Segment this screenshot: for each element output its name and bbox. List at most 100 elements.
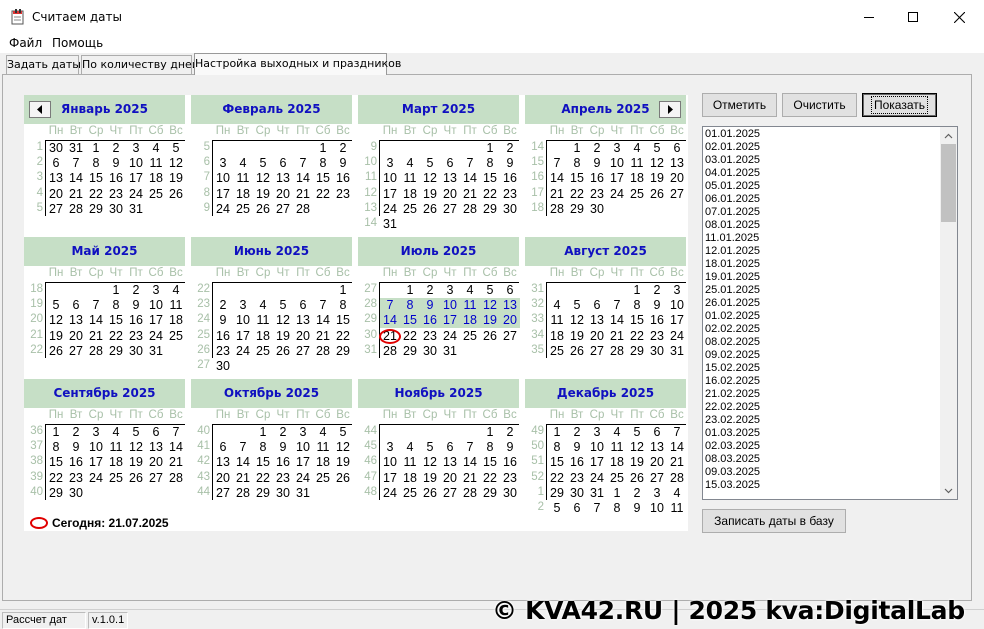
calendar-day[interactable]: 20: [273, 187, 293, 202]
calendar-day[interactable]: 25: [607, 471, 627, 486]
list-item[interactable]: 04.01.2025: [705, 167, 941, 180]
calendar-day[interactable]: 25: [400, 202, 420, 217]
calendar-day[interactable]: 6: [213, 440, 233, 455]
month-calendar[interactable]: Август 2025 Пн Вт Ср Чт Пт Сб Вс 31 32 33 34 35 1 2 3 4 5…: [525, 237, 686, 373]
calendar-day[interactable]: 9: [567, 440, 587, 455]
calendar-day[interactable]: 13: [293, 313, 313, 328]
calendar-day[interactable]: 14: [166, 440, 186, 455]
calendar-day[interactable]: 12: [126, 440, 146, 455]
list-item[interactable]: 23.02.2025: [705, 414, 941, 427]
calendar-day[interactable]: 29: [567, 202, 587, 217]
calendar-day[interactable]: 8: [333, 298, 353, 313]
calendar-day[interactable]: 16: [106, 171, 126, 186]
list-item[interactable]: 19.01.2025: [705, 271, 941, 284]
calendar-day[interactable]: 5: [333, 425, 353, 440]
calendar-day[interactable]: 23: [420, 329, 440, 344]
calendar-day[interactable]: 18: [607, 455, 627, 470]
calendar-day[interactable]: 31: [440, 344, 460, 359]
calendar-day[interactable]: 22: [333, 329, 353, 344]
calendar-day[interactable]: 7: [547, 156, 567, 171]
calendar-day[interactable]: 2: [420, 283, 440, 298]
calendar-day[interactable]: 7: [166, 425, 186, 440]
list-item[interactable]: 03.01.2025: [705, 154, 941, 167]
calendar-day[interactable]: 22: [86, 187, 106, 202]
calendar-day[interactable]: 15: [86, 171, 106, 186]
calendar-day[interactable]: 9: [213, 313, 233, 328]
calendar-day[interactable]: 5: [480, 283, 500, 298]
calendar-day[interactable]: 18: [166, 313, 186, 328]
calendar-day[interactable]: 11: [607, 440, 627, 455]
calendar-day[interactable]: 28: [66, 202, 86, 217]
calendar-day[interactable]: 12: [333, 440, 353, 455]
show-button[interactable]: Показать: [862, 93, 937, 117]
calendar-day[interactable]: 8: [480, 440, 500, 455]
calendar-day[interactable]: 27: [500, 329, 520, 344]
month-calendar[interactable]: Февраль 2025 Пн Вт Ср Чт Пт Сб Вс 5 6 7 8 9 1 2 3 4 5 6 7 8 9…: [191, 95, 352, 231]
calendar-day[interactable]: 1: [253, 425, 273, 440]
list-item[interactable]: 11.01.2025: [705, 232, 941, 245]
calendar-day[interactable]: 8: [106, 298, 126, 313]
calendar-day[interactable]: 30: [273, 486, 293, 501]
tab-set-dates[interactable]: Задать даты: [6, 55, 81, 75]
calendar-day[interactable]: 13: [647, 440, 667, 455]
menu-help[interactable]: Помощь: [52, 36, 103, 50]
calendar-day[interactable]: 16: [126, 313, 146, 328]
calendar-day[interactable]: 15: [313, 171, 333, 186]
calendar-day[interactable]: 18: [547, 329, 567, 344]
calendar-day[interactable]: 18: [627, 171, 647, 186]
calendar-day[interactable]: 22: [627, 329, 647, 344]
calendar-day[interactable]: 7: [313, 298, 333, 313]
calendar-day[interactable]: 1: [547, 425, 567, 440]
calendar-day[interactable]: 24: [86, 471, 106, 486]
calendar-day[interactable]: 17: [86, 455, 106, 470]
calendar-day[interactable]: 22: [313, 187, 333, 202]
calendar-day[interactable]: 19: [126, 455, 146, 470]
calendar-day[interactable]: 6: [500, 283, 520, 298]
calendar-day[interactable]: 28: [547, 202, 567, 217]
calendar-day[interactable]: 4: [313, 425, 333, 440]
calendar-day[interactable]: 9: [106, 156, 126, 171]
calendar-day[interactable]: 19: [420, 471, 440, 486]
calendar-day[interactable]: 28: [460, 486, 480, 501]
calendar-day[interactable]: 7: [607, 298, 627, 313]
calendar-day[interactable]: 10: [293, 440, 313, 455]
calendar-day[interactable]: 17: [146, 313, 166, 328]
calendar-day[interactable]: 29: [627, 344, 647, 359]
calendar-day[interactable]: 11: [400, 171, 420, 186]
calendar-day[interactable]: 21: [460, 187, 480, 202]
calendar-day[interactable]: 30: [46, 141, 66, 156]
calendar-day[interactable]: 11: [166, 298, 186, 313]
calendar-day[interactable]: 19: [253, 187, 273, 202]
clear-button[interactable]: Очистить: [782, 93, 857, 117]
calendar-day[interactable]: 14: [667, 440, 687, 455]
calendar-day[interactable]: 15: [106, 313, 126, 328]
calendar-day[interactable]: 5: [253, 156, 273, 171]
calendar-day[interactable]: 11: [460, 298, 480, 314]
list-scrollbar[interactable]: [940, 127, 957, 499]
calendar-day[interactable]: 27: [587, 344, 607, 359]
calendar-day[interactable]: 1: [86, 141, 106, 156]
calendar-day[interactable]: 17: [380, 471, 400, 486]
calendar-day[interactable]: 27: [647, 471, 667, 486]
calendar-day[interactable]: 16: [567, 455, 587, 470]
calendar-day[interactable]: 2: [66, 425, 86, 440]
calendar-day[interactable]: 19: [166, 171, 186, 186]
calendar-day[interactable]: 24: [126, 187, 146, 202]
calendar-day[interactable]: 9: [647, 298, 667, 313]
calendar-day[interactable]: 17: [587, 455, 607, 470]
calendar-day[interactable]: 4: [146, 141, 166, 156]
calendar-day[interactable]: 30: [126, 344, 146, 359]
list-item[interactable]: 05.01.2025: [705, 180, 941, 193]
list-item[interactable]: 07.01.2025: [705, 206, 941, 219]
calendar-day[interactable]: 14: [460, 455, 480, 470]
calendar-day[interactable]: 20: [587, 329, 607, 344]
calendar-day[interactable]: 15: [627, 313, 647, 328]
calendar-day[interactable]: 16: [500, 171, 520, 186]
list-item[interactable]: 08.01.2025: [705, 219, 941, 232]
list-item[interactable]: 15.03.2025: [705, 479, 941, 492]
month-calendar[interactable]: Июнь 2025 Пн Вт Ср Чт Пт Сб Вс 22 23 24 25 26 27 1 2 3 4 5…: [191, 237, 352, 373]
calendar-day[interactable]: 26: [126, 471, 146, 486]
calendar-day[interactable]: 9: [420, 298, 440, 314]
calendar-day[interactable]: 6: [146, 425, 166, 440]
calendar-day[interactable]: 6: [46, 156, 66, 171]
